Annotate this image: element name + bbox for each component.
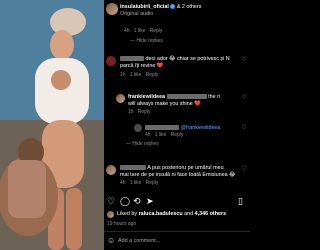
comment-5-text-line2: mai tare de pe insulă ni face toată Emis… — [120, 172, 236, 178]
commenter-avatar[interactable] — [106, 165, 116, 175]
hide-replies-label: Hide replies — [136, 38, 163, 44]
commenter-avatar[interactable] — [116, 94, 125, 103]
likes-text: Liked by raluca.badulescu and 4,346 othe… — [117, 211, 226, 217]
author-avatar[interactable] — [106, 3, 118, 15]
like-comment-icon[interactable]: ♡ — [241, 125, 247, 131]
likes-count-link[interactable]: 4,346 others — [195, 211, 226, 217]
emoji-icon[interactable]: ☺ — [107, 237, 115, 245]
commenter-avatar[interactable] — [106, 56, 116, 66]
comment-5-meta: 4h 1 like Reply — [120, 180, 158, 186]
redacted-username — [120, 165, 146, 171]
comments-panel: insulaiubirii_oficial ✓ & 2 others Origi… — [104, 0, 250, 250]
others-text[interactable]: & 2 others — [177, 4, 202, 10]
liker-avatar — [107, 211, 114, 218]
reply-button[interactable]: Reply — [171, 132, 184, 138]
comment-2: deci ador 😂 chiar se potrivesc și N parc… — [104, 55, 250, 85]
like-comment-icon[interactable]: ♡ — [241, 166, 247, 172]
post-header: insulaiubirii_oficial ✓ & 2 others Origi… — [104, 2, 250, 22]
verified-badge-icon: ✓ — [170, 4, 176, 10]
likes-summary: Liked by raluca.badulescu and 4,346 othe… — [107, 210, 250, 220]
redacted-username — [120, 56, 144, 62]
comment-1-meta: 4h 1 like Reply — [124, 28, 162, 34]
hide-replies-button[interactable]: — Hide replies — [126, 141, 159, 147]
likes-prefix: Liked by — [117, 211, 138, 217]
like-heart-icon[interactable]: ♡ — [107, 196, 115, 206]
posted-time: 19 hours ago — [107, 221, 137, 227]
mention-link[interactable]: @frankiewildeea — [181, 125, 221, 131]
liked-by-user-link[interactable]: raluca.badulescu — [139, 211, 183, 217]
comment-4-meta: 4h 1 like Reply — [145, 132, 183, 138]
reply-button[interactable]: Reply — [150, 28, 163, 34]
comment-2-text: deci ador 😂 chiar se potrivesc și N — [120, 56, 230, 62]
comment-likes[interactable]: 1 like — [130, 180, 142, 186]
reply-button[interactable]: Reply — [146, 72, 159, 78]
comment-2-meta: 1h 1 like Reply — [120, 72, 158, 78]
comment-3-text-line2: will always make you shine ❤️ — [128, 101, 201, 107]
comment-text-line: A pus posterioru pe umărul meu — [147, 165, 224, 171]
likes-and: and — [184, 211, 194, 217]
comment-time: 4h — [124, 28, 130, 34]
comment-5: A pus posterioru pe umărul meu mai tare … — [104, 164, 250, 190]
redacted-username — [145, 125, 179, 131]
comment-likes[interactable]: 1 like — [130, 72, 142, 78]
reply-button[interactable]: Reply — [138, 109, 151, 115]
bookmark-icon[interactable]: ▯ — [238, 196, 243, 206]
repost-icon[interactable]: ⟲ — [133, 196, 141, 206]
audio-subtitle[interactable]: Original audio — [120, 11, 153, 17]
comment-3-text: frankiewildeea the ri — [128, 94, 220, 100]
comment-4: @frankiewildeea 4h 1 like Reply — Hide r… — [104, 123, 250, 155]
commenter-username[interactable]: frankiewildeea — [128, 94, 165, 100]
post-photo — [0, 0, 104, 250]
comment-2-text-line2: parcă îți revine ❤️ — [120, 63, 164, 69]
post-photo-art — [0, 0, 104, 250]
header-title: insulaiubirii_oficial ✓ & 2 others — [120, 4, 201, 10]
share-send-icon[interactable]: ➤ — [146, 196, 154, 206]
comment-time: 4h — [145, 132, 151, 138]
comment-text-line: deci ador 😂 chiar se potrivesc și N — [145, 56, 230, 62]
hide-replies-label: Hide replies — [132, 141, 159, 147]
comment-likes[interactable]: 1 like — [155, 132, 167, 138]
comment-time: 1h — [120, 72, 126, 78]
comment-likes[interactable]: 1 like — [134, 28, 146, 34]
comment-time: 4h — [120, 180, 126, 186]
comment-5-text: A pus posterioru pe umărul meu — [120, 165, 224, 171]
comment-time: 1h — [128, 109, 134, 115]
comment-3: frankiewildeea the ri will always make y… — [104, 93, 250, 121]
commenter-avatar[interactable] — [134, 124, 142, 132]
hide-replies-button[interactable]: — Hide replies — [130, 38, 163, 44]
reply-button[interactable]: Reply — [146, 180, 159, 186]
like-comment-icon[interactable]: ♡ — [241, 95, 247, 101]
redacted-text — [166, 94, 207, 100]
comment-bubble-icon[interactable]: ◯ — [120, 196, 130, 206]
add-comment-input[interactable]: Add a comment... — [118, 238, 243, 244]
comment-4-text: @frankiewildeea — [145, 125, 220, 131]
comment-text-line: the ri — [208, 94, 221, 100]
add-comment-bar: ☺ Add a comment... — [104, 231, 250, 250]
like-comment-icon[interactable]: ♡ — [241, 57, 247, 63]
author-username[interactable]: insulaiubirii_oficial — [120, 4, 169, 10]
comment-3-meta: 1h Reply — [128, 109, 151, 115]
comment-1: 4h 1 like Reply — Hide replies — [104, 28, 250, 46]
post-actions-bar: ♡ ◯ ⟲ ➤ ▯ — [104, 196, 250, 206]
